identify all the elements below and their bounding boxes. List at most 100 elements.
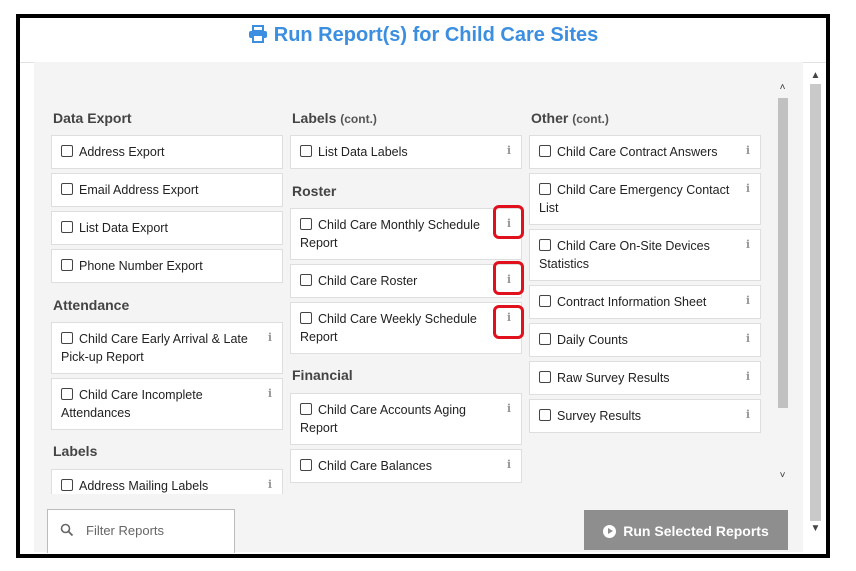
filter-box[interactable] (47, 509, 235, 553)
report-item-label: Survey Results (557, 409, 642, 423)
report-checkbox[interactable] (300, 274, 312, 286)
run-button-label: Run Selected Reports (623, 523, 769, 539)
dialog-title: Run Report(s) for Child Care Sites (20, 24, 826, 47)
report-item-label: Child Care Accounts Aging Report (300, 403, 467, 435)
report-checkbox[interactable] (61, 145, 73, 157)
section-heading-financial: Financial (292, 367, 353, 383)
report-item-label: Child Care Early Arrival & Late Pick-up … (61, 332, 248, 364)
info-icon[interactable]: i (746, 236, 750, 254)
info-icon[interactable]: i (746, 292, 750, 310)
report-item-label: Phone Number Export (79, 259, 203, 273)
report-item-list-data-export[interactable]: List Data Export (51, 211, 283, 245)
report-list-scrollbar[interactable]: ˄ ˅ (776, 82, 789, 482)
report-checkbox[interactable] (539, 295, 551, 307)
report-checkbox[interactable] (300, 312, 312, 324)
report-item-phone-number-export[interactable]: Phone Number Export (51, 249, 283, 283)
report-checkbox[interactable] (539, 239, 551, 251)
info-icon[interactable]: i (507, 456, 511, 474)
report-checkbox[interactable] (61, 479, 73, 491)
report-checkbox[interactable] (61, 332, 73, 344)
report-checkbox[interactable] (539, 145, 551, 157)
report-item-address-mailing-labels[interactable]: Address Mailing Labels i (51, 469, 283, 494)
section-heading-roster: Roster (292, 183, 337, 199)
info-icon[interactable]: i (268, 329, 272, 347)
play-circle-icon (603, 525, 617, 538)
report-item-label: Daily Counts (557, 333, 628, 347)
section-heading-other-cont: Other (cont.) (531, 110, 609, 126)
report-item-raw-survey-results[interactable]: Raw Survey Results i (529, 361, 761, 395)
info-icon[interactable]: i (746, 368, 750, 386)
report-panel: Data Export Address Export Email Address… (34, 62, 803, 553)
info-icon[interactable]: i (746, 180, 750, 198)
report-item-emergency-contact-list[interactable]: Child Care Emergency Contact List i (529, 173, 761, 225)
dialog-scrollbar[interactable]: ▲ ▼ (809, 70, 822, 535)
info-icon[interactable]: i (746, 406, 750, 424)
section-heading-labels: Labels (53, 443, 98, 459)
report-checkbox[interactable] (300, 218, 312, 230)
report-checkbox[interactable] (61, 221, 73, 233)
report-checkbox[interactable] (539, 409, 551, 421)
report-list: Data Export Address Export Email Address… (34, 62, 774, 494)
report-item-label: Child Care Emergency Contact List (539, 183, 730, 215)
report-item-contract-information-sheet[interactable]: Contract Information Sheet i (529, 285, 761, 319)
report-item-email-address-export[interactable]: Email Address Export (51, 173, 283, 207)
report-checkbox[interactable] (61, 183, 73, 195)
report-checkbox[interactable] (300, 459, 312, 471)
highlight-box (493, 205, 524, 239)
info-icon[interactable]: i (507, 400, 511, 418)
report-item-child-care-roster[interactable]: Child Care Roster i (290, 261, 524, 298)
scrollbar-thumb[interactable] (810, 84, 821, 521)
report-checkbox[interactable] (61, 388, 73, 400)
highlight-box (493, 261, 524, 295)
highlight-box (493, 305, 524, 339)
section-heading-attendance: Attendance (53, 297, 130, 313)
info-icon[interactable]: i (268, 476, 272, 494)
info-icon[interactable]: i (746, 330, 750, 348)
report-checkbox[interactable] (539, 371, 551, 383)
report-item-label: Contract Information Sheet (557, 295, 707, 309)
report-item-label: Child Care Balances (318, 459, 432, 473)
search-icon (60, 523, 74, 537)
report-item-incomplete-attendances[interactable]: Child Care Incomplete Attendances i (51, 378, 283, 430)
scroll-down-icon[interactable]: ˅ (776, 470, 789, 482)
run-selected-reports-button[interactable]: Run Selected Reports (584, 510, 788, 550)
info-icon[interactable]: i (746, 142, 750, 160)
report-item-label: List Data Export (79, 221, 168, 235)
report-item-child-care-balances[interactable]: Child Care Balances i (290, 449, 522, 483)
report-item-address-export[interactable]: Address Export (51, 135, 283, 169)
report-item-weekly-schedule[interactable]: Child Care Weekly Schedule Report i (290, 302, 524, 354)
report-item-accounts-aging[interactable]: Child Care Accounts Aging Report i (290, 393, 522, 445)
report-item-label: Raw Survey Results (557, 371, 670, 385)
scroll-up-icon[interactable]: ˄ (776, 82, 789, 94)
report-item-monthly-schedule[interactable]: Child Care Monthly Schedule Report i (290, 205, 524, 260)
report-item-label: Child Care Incomplete Attendances (61, 388, 203, 420)
info-icon[interactable]: i (507, 142, 511, 160)
info-icon[interactable]: i (268, 385, 272, 403)
report-item-label: Child Care Contract Answers (557, 145, 718, 159)
report-checkbox[interactable] (61, 259, 73, 271)
report-item-onsite-devices-statistics[interactable]: Child Care On-Site Devices Statistics i (529, 229, 761, 281)
report-item-label: Child Care Weekly Schedule Report (300, 312, 477, 344)
scroll-down-icon[interactable]: ▼ (809, 523, 822, 535)
report-item-label: Child Care Roster (318, 274, 418, 288)
report-item-daily-counts[interactable]: Daily Counts i (529, 323, 761, 357)
report-item-list-data-labels[interactable]: List Data Labels i (290, 135, 522, 169)
report-item-label: List Data Labels (318, 145, 408, 159)
report-item-label: Email Address Export (79, 183, 199, 197)
report-checkbox[interactable] (539, 183, 551, 195)
scrollbar-thumb[interactable] (778, 98, 788, 408)
report-item-early-arrival-late-pickup[interactable]: Child Care Early Arrival & Late Pick-up … (51, 322, 283, 374)
report-dialog: Run Report(s) for Child Care Sites ▲ ▼ D… (16, 14, 830, 558)
report-item-survey-results[interactable]: Survey Results i (529, 399, 761, 433)
report-checkbox[interactable] (300, 403, 312, 415)
dialog-title-text: Run Report(s) for Child Care Sites (273, 24, 599, 46)
report-item-label: Address Mailing Labels (79, 479, 209, 493)
report-item-label: Child Care On-Site Devices Statistics (539, 239, 710, 271)
report-item-contract-answers[interactable]: Child Care Contract Answers i (529, 135, 761, 169)
report-checkbox[interactable] (539, 333, 551, 345)
section-heading-labels-cont: Labels (cont.) (292, 110, 377, 126)
report-checkbox[interactable] (300, 145, 312, 157)
printer-icon (248, 25, 267, 43)
filter-reports-input[interactable] (84, 522, 224, 539)
scroll-up-icon[interactable]: ▲ (809, 70, 822, 82)
